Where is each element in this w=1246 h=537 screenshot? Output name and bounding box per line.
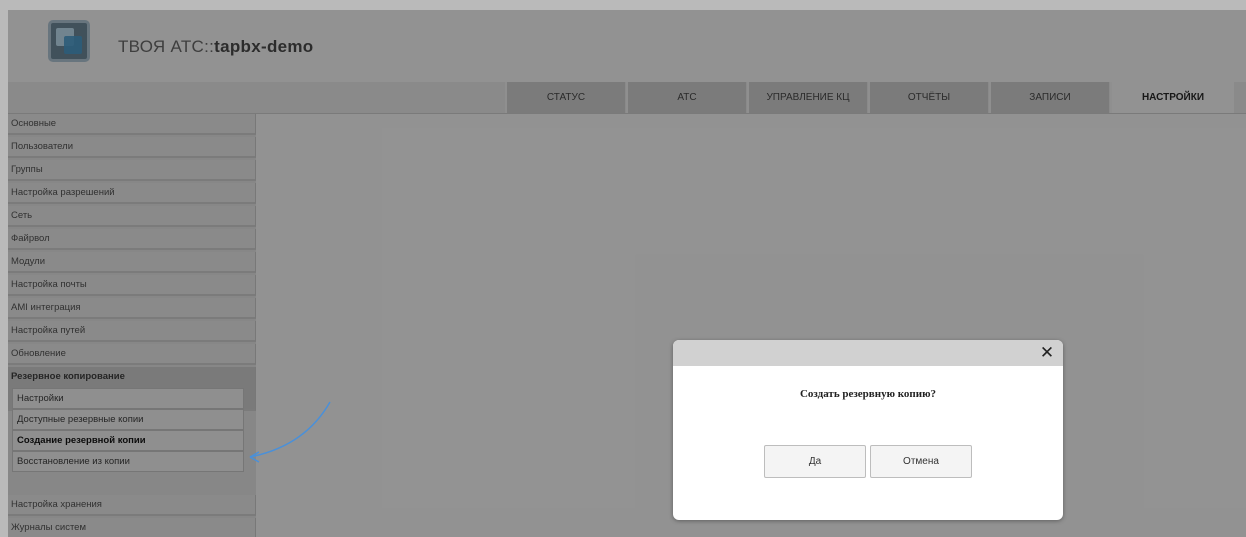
confirm-dialog: ✕ Создать резервную копию? Да Отмена xyxy=(673,340,1063,520)
dialog-message: Создать резервную копию? xyxy=(799,388,937,400)
close-icon[interactable]: ✕ xyxy=(1037,342,1057,364)
dialog-titlebar[interactable]: ✕ xyxy=(673,340,1063,366)
yes-button[interactable]: Да xyxy=(764,445,866,478)
cancel-button[interactable]: Отмена xyxy=(870,445,972,478)
